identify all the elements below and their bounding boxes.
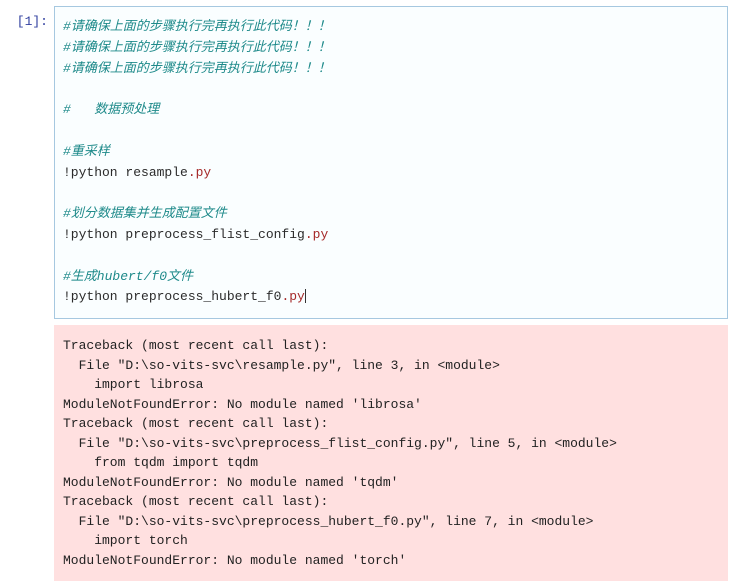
blank-line — [63, 183, 721, 204]
code-comment: #重采样 — [63, 144, 110, 159]
code-comment: #请确保上面的步骤执行完再执行此代码！！！ — [63, 61, 331, 76]
blank-line — [63, 246, 721, 267]
shell-command: !python preprocess_flist_config.py — [63, 225, 721, 246]
blank-line — [63, 121, 721, 142]
code-comment: # 数据预处理 — [63, 102, 159, 117]
error-output: Traceback (most recent call last): File … — [54, 325, 728, 581]
execution-prompt: [1]: — [6, 6, 54, 319]
code-comment: #请确保上面的步骤执行完再执行此代码！！！ — [63, 19, 331, 34]
shell-command: !python resample.py — [63, 163, 721, 184]
code-comment: #划分数据集并生成配置文件 — [63, 206, 227, 221]
blank-line — [63, 79, 721, 100]
code-comment: #请确保上面的步骤执行完再执行此代码！！！ — [63, 40, 331, 55]
shell-command: !python preprocess_hubert_f0.py — [63, 287, 721, 308]
code-cell: [1]: #请确保上面的步骤执行完再执行此代码！！！ #请确保上面的步骤执行完再… — [6, 6, 728, 319]
text-cursor — [305, 289, 306, 303]
code-comment: #生成hubert/f0文件 — [63, 269, 193, 284]
code-input[interactable]: #请确保上面的步骤执行完再执行此代码！！！ #请确保上面的步骤执行完再执行此代码… — [54, 6, 728, 319]
